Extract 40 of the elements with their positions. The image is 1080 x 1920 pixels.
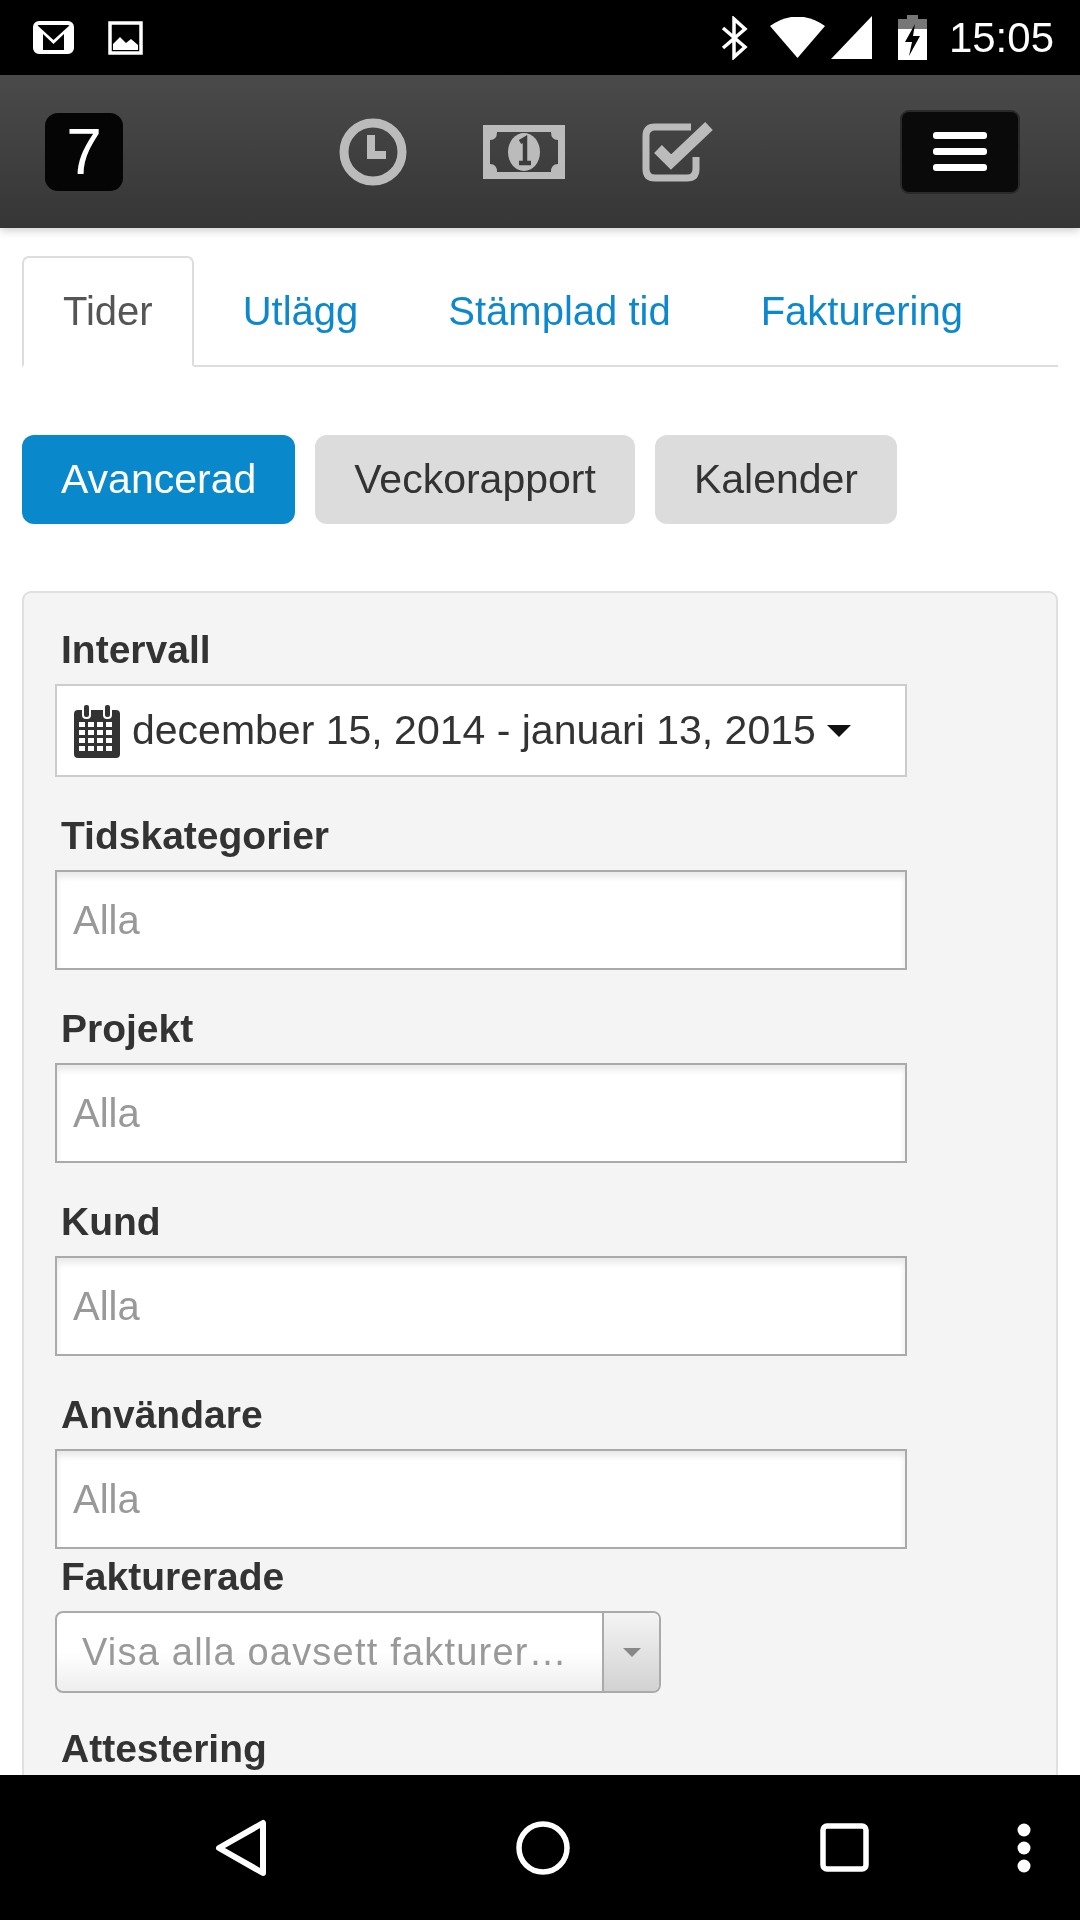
view-button[interactable]: Avancerad <box>22 435 296 524</box>
field-label: Intervall <box>61 627 212 673</box>
caret-icon <box>622 1647 641 1657</box>
more-icon[interactable] <box>1017 1822 1031 1873</box>
home-icon[interactable] <box>516 1820 570 1875</box>
banknote-icon[interactable] <box>482 124 565 179</box>
signal-icon <box>830 16 872 59</box>
field-label: Projekt <box>61 1006 195 1052</box>
checked-box-icon[interactable] <box>640 120 715 183</box>
image-icon <box>108 20 143 55</box>
input-field[interactable]: Alla <box>55 870 907 970</box>
field-label: Fakturerade <box>61 1554 286 1600</box>
tab[interactable]: Fakturering <box>719 256 1004 367</box>
menu-button[interactable] <box>900 109 1020 194</box>
view-button[interactable]: Kalender <box>654 435 897 524</box>
bluetooth-icon <box>719 15 749 60</box>
status-time: 15:05 <box>948 16 1054 59</box>
battery-icon <box>897 15 927 60</box>
field-label: Attestering <box>61 1726 268 1772</box>
mail-icon <box>33 21 74 54</box>
input-field[interactable]: Alla <box>55 1256 907 1356</box>
clock-icon[interactable] <box>338 117 407 186</box>
dropdown-toggle[interactable] <box>602 1613 659 1691</box>
calendar-icon <box>73 703 121 758</box>
wifi-icon <box>769 17 825 58</box>
tab[interactable]: Utlägg <box>201 256 400 367</box>
input-field[interactable]: Alla <box>55 1449 907 1549</box>
field-label: Kund <box>61 1199 162 1245</box>
app-logo[interactable]: 7 <box>45 112 123 191</box>
tab[interactable]: Tider <box>22 256 194 367</box>
input-field[interactable]: Alla <box>55 1063 907 1163</box>
caret-icon <box>826 724 851 737</box>
field-label: Användare <box>61 1392 264 1438</box>
view-button[interactable]: Veckorapport <box>315 435 635 524</box>
date-range-field[interactable]: december 15, 2014 - januari 13, 2015 <box>55 684 907 777</box>
tab[interactable]: Stämplad tid <box>407 256 712 367</box>
back-icon[interactable] <box>215 1818 267 1877</box>
menu-icon <box>933 132 987 171</box>
field-label: Tidskategorier <box>61 813 331 859</box>
recents-icon[interactable] <box>820 1823 869 1872</box>
